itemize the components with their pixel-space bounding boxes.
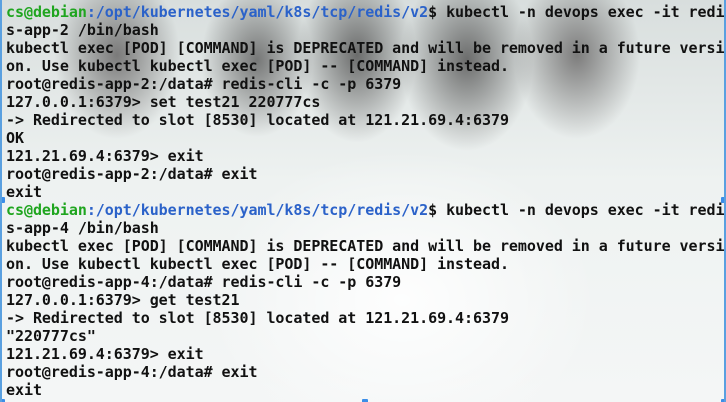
output-line: exit bbox=[6, 381, 42, 399]
output-line: 121.21.69.4:6379> exit bbox=[6, 147, 204, 165]
output-line: root@redis-app-4:/data# redis-cli -c -p … bbox=[6, 273, 402, 291]
prompt-user: cs@debian bbox=[6, 201, 87, 219]
output-line: OK bbox=[6, 129, 24, 147]
output-line: s-app-4 /bin/bash bbox=[6, 219, 159, 237]
output-line: kubectl exec [POD] [COMMAND] is DEPRECAT… bbox=[6, 39, 725, 57]
prompt-user: cs@debian bbox=[6, 3, 87, 21]
prompt-command: $ kubectl -n devops exec -it redi bbox=[428, 3, 725, 21]
output-line: 127.0.0.1:6379> set test21 220777cs bbox=[6, 93, 321, 111]
output-line: root@redis-app-2:/data# exit bbox=[6, 165, 258, 183]
output-line: exit bbox=[6, 183, 42, 201]
output-line: on. Use kubectl kubectl exec [POD] -- [C… bbox=[6, 255, 509, 273]
resize-handle-left[interactable] bbox=[2, 197, 5, 203]
prompt-path: :/opt/kubernetes/yaml/k8s/tcp/redis/v2 bbox=[86, 201, 429, 219]
prompt-path: :/opt/kubernetes/yaml/k8s/tcp/redis/v2 bbox=[86, 3, 429, 21]
output-line: -> Redirected to slot [8530] located at … bbox=[6, 111, 509, 129]
prompt-line: cs@debian:/opt/kubernetes/yaml/k8s/tcp/r… bbox=[6, 3, 724, 21]
output-line: s-app-2 /bin/bash bbox=[6, 21, 159, 39]
output-line: on. Use kubectl kubectl exec [POD] -- [C… bbox=[6, 57, 509, 75]
resize-handle-right[interactable] bbox=[721, 197, 724, 203]
output-line: kubectl exec [POD] [COMMAND] is DEPRECAT… bbox=[6, 237, 725, 255]
output-line: 121.21.69.4:6379> exit bbox=[6, 345, 204, 363]
terminal-window[interactable]: cs@debian:/opt/kubernetes/yaml/k8s/tcp/r… bbox=[0, 0, 726, 402]
output-line: root@redis-app-2:/data# redis-cli -c -p … bbox=[6, 75, 402, 93]
output-line: root@redis-app-4:/data# exit bbox=[6, 363, 258, 381]
prompt-command: $ kubectl -n devops exec -it redi bbox=[428, 201, 725, 219]
prompt-line: cs@debian:/opt/kubernetes/yaml/k8s/tcp/r… bbox=[6, 201, 724, 219]
output-line: -> Redirected to slot [8530] located at … bbox=[6, 309, 509, 327]
output-line: 127.0.0.1:6379> get test21 bbox=[6, 291, 240, 309]
terminal-output[interactable]: cs@debian:/opt/kubernetes/yaml/k8s/tcp/r… bbox=[6, 3, 724, 399]
output-line: "220777cs" bbox=[6, 327, 96, 345]
